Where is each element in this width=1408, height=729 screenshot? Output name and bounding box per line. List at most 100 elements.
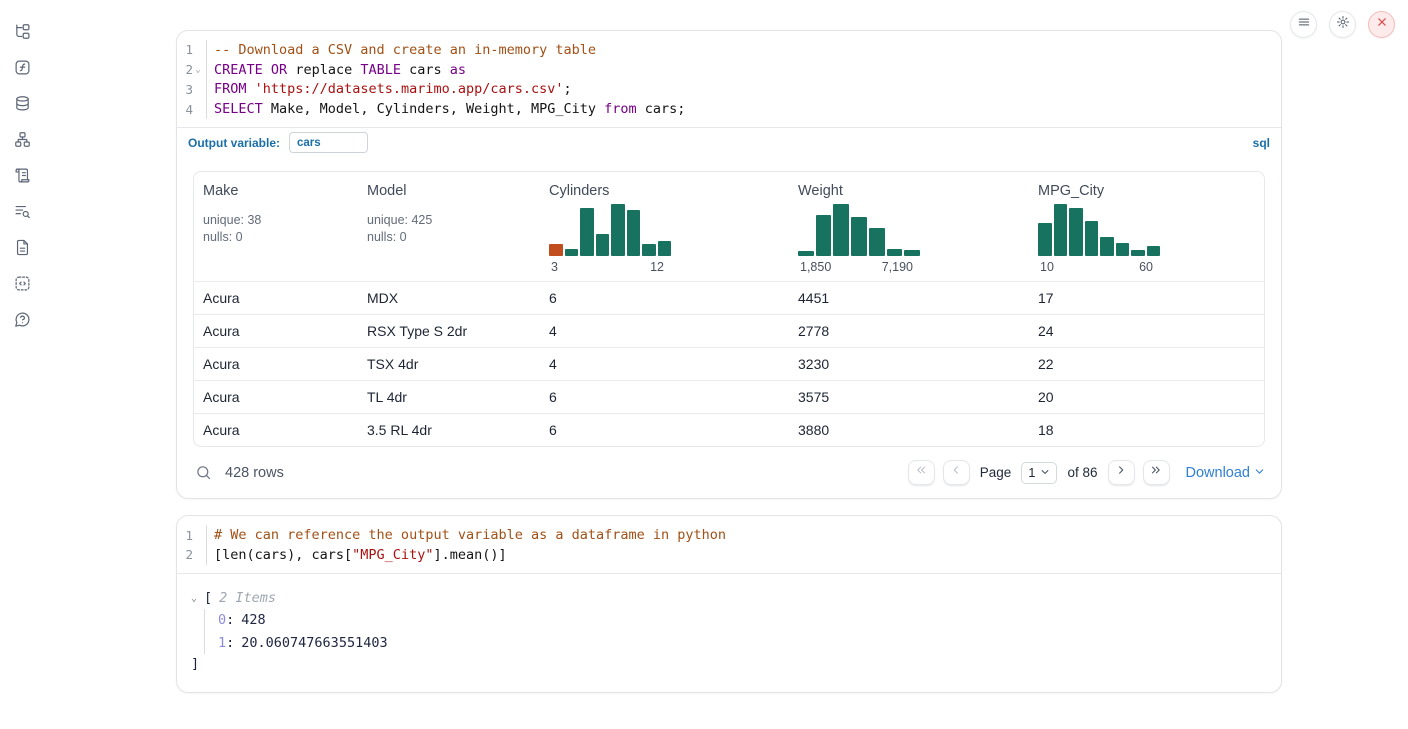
histogram-bar — [658, 241, 672, 257]
histogram-bar — [611, 204, 625, 256]
first-page-button[interactable] — [908, 460, 935, 485]
chevron-left-icon — [949, 463, 963, 482]
table-cell: TL 4dr — [358, 389, 540, 405]
notebook: 1-- Download a CSV and create an in-memo… — [176, 30, 1282, 693]
network-icon[interactable] — [14, 131, 31, 148]
row-count: 428 rows — [225, 465, 284, 481]
tree-collapse-toggle[interactable]: ⌄ — [191, 593, 204, 604]
fold-toggle-icon[interactable]: ⌄ — [193, 65, 203, 75]
help-circle-icon[interactable] — [14, 311, 31, 328]
page-label: Page — [980, 465, 1012, 480]
histogram-bar — [1085, 221, 1099, 256]
language-badge: sql — [1253, 136, 1270, 150]
topbar — [1290, 11, 1395, 38]
gear-icon — [1336, 15, 1350, 34]
file-text-icon[interactable] — [14, 239, 31, 256]
histogram-bar — [565, 249, 579, 256]
column-histogram: 1060 — [1038, 204, 1160, 274]
histogram-axis-labels: 1,8507,190 — [798, 256, 920, 274]
page-of-label: of 86 — [1067, 465, 1097, 480]
file-tree-icon[interactable] — [14, 23, 31, 40]
table-cell: 2778 — [789, 323, 1029, 339]
column-header-model[interactable]: Modelunique: 425nulls: 0 — [358, 183, 540, 274]
line-number: 1 — [185, 528, 193, 543]
tree-entries: 0:4281:20.060747663551403 — [204, 609, 1265, 654]
code-line: 3FROM 'https://datasets.marimo.app/cars.… — [177, 80, 1281, 100]
menu-button[interactable] — [1290, 11, 1317, 38]
histogram-bar — [1116, 243, 1130, 257]
python-output: ⌄[2 Items 0:4281:20.060747663551403 ] — [177, 574, 1281, 692]
table-header: Makeunique: 38nulls: 0Modelunique: 425nu… — [194, 172, 1264, 281]
pagination: Page 1 of 86 — [908, 460, 1170, 485]
prev-page-button[interactable] — [943, 460, 970, 485]
histogram-bar — [833, 204, 849, 256]
table-cell: Acura — [194, 389, 358, 405]
code-line: 4SELECT Make, Model, Cylinders, Weight, … — [177, 99, 1281, 119]
table-cell: 6 — [540, 389, 789, 405]
page-select[interactable]: 1 — [1021, 462, 1057, 484]
histogram-bar — [798, 251, 814, 256]
shutdown-button[interactable] — [1368, 11, 1395, 38]
column-header-weight[interactable]: Weight1,8507,190 — [789, 183, 1029, 274]
last-page-button[interactable] — [1143, 460, 1170, 485]
table-cell: Acura — [194, 356, 358, 372]
chevrons-right-icon — [1149, 463, 1163, 482]
download-button[interactable]: Download — [1186, 465, 1266, 481]
histogram-bar — [1131, 250, 1145, 256]
table-cell: 6 — [540, 422, 789, 438]
sql-cell: 1-- Download a CSV and create an in-memo… — [176, 30, 1282, 499]
tree-entry: 0:428 — [218, 609, 1265, 632]
output-variable-input[interactable] — [289, 132, 368, 153]
chevron-down-icon — [1040, 465, 1050, 480]
table-cell: 4 — [540, 323, 789, 339]
python-code-editor[interactable]: 1# We can reference the output variable … — [177, 516, 1281, 573]
search-icon[interactable] — [195, 464, 212, 481]
histogram-axis-labels: 1060 — [1038, 256, 1160, 274]
table-cell: 4451 — [789, 290, 1029, 306]
tree-entry: 1:20.060747663551403 — [218, 631, 1265, 654]
histogram-bar — [1100, 237, 1114, 256]
tree-key: 0 — [218, 612, 226, 628]
column-header-cylinders[interactable]: Cylinders312 — [540, 183, 789, 274]
histogram-bar — [869, 228, 885, 257]
histogram-bar — [816, 215, 832, 256]
histogram-bar — [596, 234, 610, 256]
settings-button[interactable] — [1329, 11, 1356, 38]
column-title: MPG_City — [1038, 183, 1264, 199]
code-square-icon[interactable] — [14, 275, 31, 292]
histogram-bar — [1054, 204, 1068, 256]
histogram-bar — [851, 217, 867, 257]
column-title: Model — [367, 183, 540, 199]
table-cell: 3880 — [789, 422, 1029, 438]
table-footer: 428 rows Page 1 of 86 Download — [177, 447, 1281, 498]
histogram-bar — [887, 249, 903, 256]
table-cell: 22 — [1029, 356, 1264, 372]
table-row: AcuraMDX6445117 — [194, 281, 1264, 314]
text-search-icon[interactable] — [14, 203, 31, 220]
next-page-button[interactable] — [1108, 460, 1135, 485]
sql-code-editor[interactable]: 1-- Download a CSV and create an in-memo… — [177, 31, 1281, 127]
table-cell: Acura — [194, 323, 358, 339]
bracket-open: [ — [204, 590, 212, 606]
column-histogram: 1,8507,190 — [798, 204, 920, 274]
items-count: 2 Items — [219, 590, 276, 606]
function-square-icon[interactable] — [14, 59, 31, 76]
table-row: AcuraRSX Type S 2dr4277824 — [194, 314, 1264, 347]
download-label: Download — [1186, 465, 1251, 481]
table-cell: Acura — [194, 290, 358, 306]
histogram-bar — [627, 210, 641, 256]
line-number: 4 — [185, 102, 193, 117]
column-header-mpg_city[interactable]: MPG_City 1060 — [1029, 183, 1264, 274]
table-body: AcuraMDX6445117AcuraRSX Type S 2dr427782… — [194, 281, 1264, 446]
column-header-make[interactable]: Makeunique: 38nulls: 0 — [194, 183, 358, 274]
table-cell: 4 — [540, 356, 789, 372]
scroll-text-icon[interactable] — [14, 167, 31, 184]
table-cell: TSX 4dr — [358, 356, 540, 372]
data-table: Makeunique: 38nulls: 0Modelunique: 425nu… — [193, 171, 1265, 447]
line-number: 2 — [185, 62, 193, 77]
column-stats: unique: 38nulls: 0 — [203, 212, 358, 245]
database-icon[interactable] — [14, 95, 31, 112]
histogram-bar — [1038, 223, 1052, 256]
table-cell: Acura — [194, 422, 358, 438]
tree-value: 428 — [241, 612, 265, 628]
